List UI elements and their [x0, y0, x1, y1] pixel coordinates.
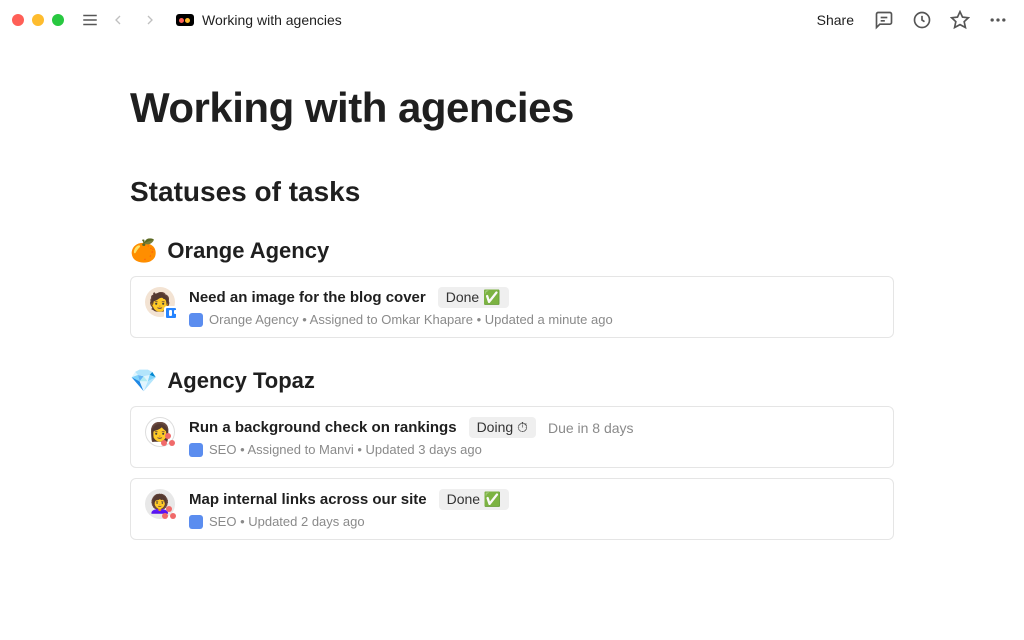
board-chip-icon: [189, 515, 203, 529]
section-heading[interactable]: 🍊 Orange Agency: [130, 238, 894, 264]
task-meta: SEO • Assigned to Manvi • Updated 3 days…: [189, 442, 879, 457]
section-emoji-icon: 💎: [130, 368, 157, 394]
page-content: Working with agencies Statuses of tasks …: [0, 40, 1024, 540]
share-button[interactable]: Share: [811, 8, 860, 32]
avatar: 👩: [145, 417, 175, 447]
task-card[interactable]: 👩‍🦱 Map internal links across our site D…: [130, 478, 894, 540]
page-emoji-icon[interactable]: [176, 14, 194, 26]
status-badge: Done ✅: [438, 287, 509, 308]
section-orange-agency: 🍊 Orange Agency 🧑 Need an image for the …: [130, 238, 894, 338]
task-meta-text: SEO • Assigned to Manvi • Updated 3 days…: [209, 442, 482, 457]
forward-icon[interactable]: [136, 6, 164, 34]
status-badge: Doing ⏱: [469, 417, 536, 438]
task-title: Run a background check on rankings: [189, 419, 457, 436]
task-card[interactable]: 🧑 Need an image for the blog cover Done …: [130, 276, 894, 338]
task-meta: SEO • Updated 2 days ago: [189, 514, 879, 529]
breadcrumb[interactable]: Working with agencies: [202, 12, 342, 28]
menu-icon[interactable]: [76, 6, 104, 34]
task-meta: Orange Agency • Assigned to Omkar Khapar…: [189, 312, 879, 327]
asana-icon: [161, 433, 177, 449]
due-date: Due in 8 days: [548, 420, 634, 436]
section-agency-topaz: 💎 Agency Topaz 👩 Run a background check …: [130, 368, 894, 540]
task-meta-text: Orange Agency • Assigned to Omkar Khapar…: [209, 312, 613, 327]
maximize-window-icon[interactable]: [52, 14, 64, 26]
trello-icon: [164, 306, 178, 320]
task-title: Map internal links across our site: [189, 491, 427, 508]
back-icon[interactable]: [104, 6, 132, 34]
section-emoji-icon: 🍊: [130, 238, 157, 264]
section-name: Agency Topaz: [167, 368, 315, 394]
more-icon[interactable]: [984, 6, 1012, 34]
favorite-icon[interactable]: [946, 6, 974, 34]
topbar: Working with agencies Share: [0, 0, 1024, 40]
history-icon[interactable]: [908, 6, 936, 34]
avatar: 👩‍🦱: [145, 489, 175, 519]
avatar: 🧑: [145, 287, 175, 317]
task-meta-text: SEO • Updated 2 days ago: [209, 514, 365, 529]
section-name: Orange Agency: [167, 238, 329, 264]
close-window-icon[interactable]: [12, 14, 24, 26]
status-badge: Done ✅: [439, 489, 510, 510]
task-card[interactable]: 👩 Run a background check on rankings Doi…: [130, 406, 894, 468]
section-heading[interactable]: 💎 Agency Topaz: [130, 368, 894, 394]
window-traffic-lights: [12, 14, 64, 26]
board-chip-icon: [189, 313, 203, 327]
asana-icon: [162, 506, 178, 522]
task-title: Need an image for the blog cover: [189, 289, 426, 306]
minimize-window-icon[interactable]: [32, 14, 44, 26]
page-subtitle: Statuses of tasks: [130, 176, 894, 208]
comments-icon[interactable]: [870, 6, 898, 34]
page-title: Working with agencies: [130, 84, 894, 132]
board-chip-icon: [189, 443, 203, 457]
